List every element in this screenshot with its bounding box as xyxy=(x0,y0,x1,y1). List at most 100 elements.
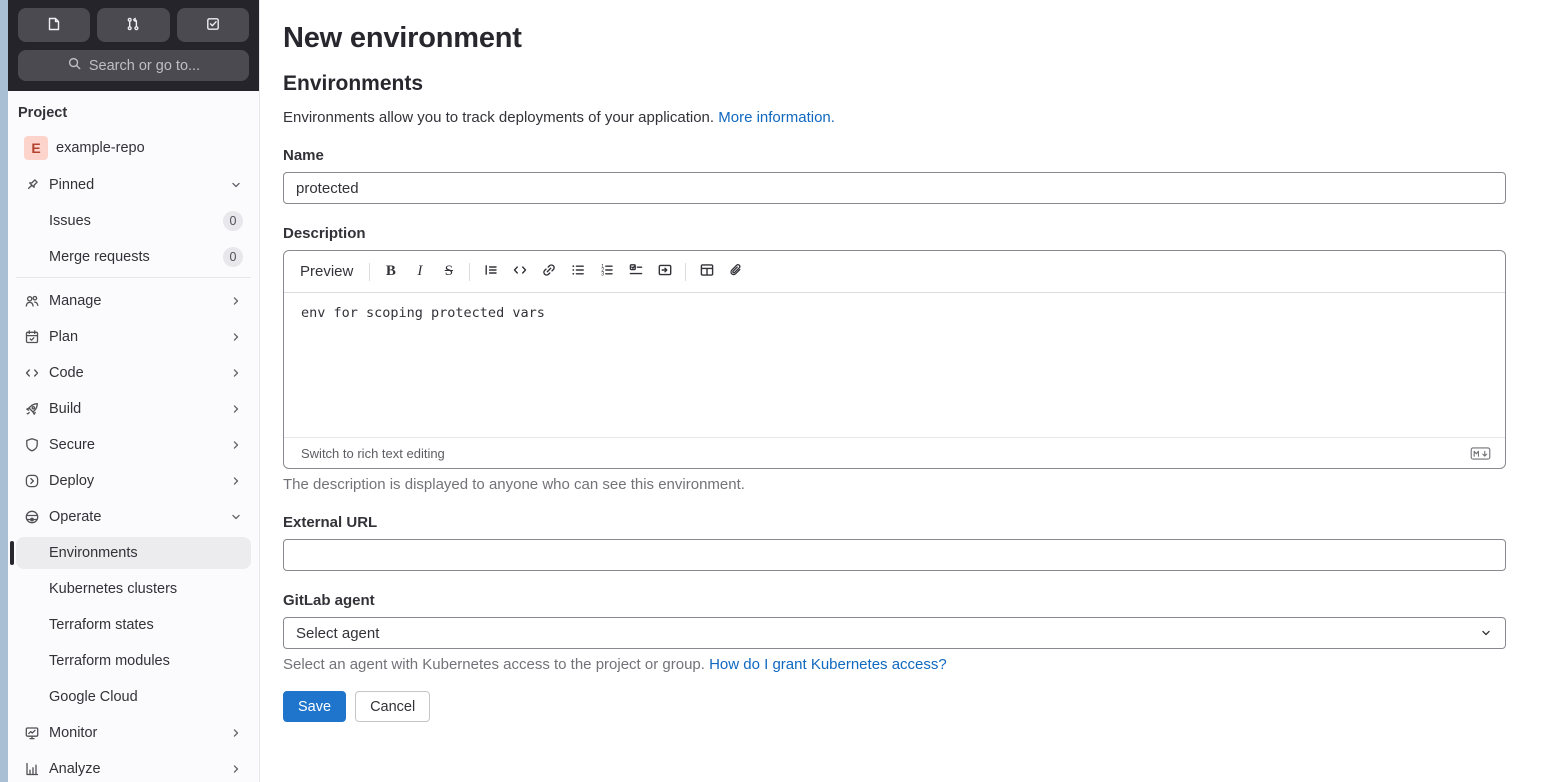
kubernetes-access-link[interactable]: How do I grant Kubernetes access? xyxy=(709,656,947,673)
editor-footer: Switch to rich text editing xyxy=(284,437,1505,468)
intro-sentence: Environments allow you to track deployme… xyxy=(283,109,715,126)
sidebar-item-label: Terraform modules xyxy=(49,653,170,669)
sidebar-item-deploy[interactable]: Deploy xyxy=(16,465,251,497)
sidebar-item-label: Kubernetes clusters xyxy=(49,581,178,597)
form-actions: Save Cancel xyxy=(283,691,1506,722)
strikethrough-button[interactable]: S xyxy=(435,258,463,286)
description-help-text: The description is displayed to anyone w… xyxy=(283,476,745,493)
chevron-right-icon xyxy=(229,366,243,380)
main-content: New environment Environments Environment… xyxy=(260,0,1550,782)
sidebar-item-terraform-states[interactable]: Terraform states xyxy=(16,609,251,641)
chevron-down-icon xyxy=(229,178,243,192)
description-textarea[interactable]: env for scoping protected vars xyxy=(284,293,1505,437)
code-icon xyxy=(512,262,528,281)
gitlab-app: Search or go to... Project E example-rep… xyxy=(0,0,1550,782)
sidebar: Search or go to... Project E example-rep… xyxy=(8,0,260,782)
task-list-icon xyxy=(628,262,644,281)
desktop-edge-strip xyxy=(0,0,8,782)
sidebar-item-merge-requests[interactable]: Merge requests 0 xyxy=(16,241,251,273)
preview-tab[interactable]: Preview xyxy=(294,259,363,284)
todo-shortcut-button[interactable] xyxy=(176,8,249,42)
name-input[interactable] xyxy=(283,172,1506,204)
attach-file-icon xyxy=(728,262,744,281)
collapsible-section-button[interactable] xyxy=(651,258,679,286)
chevron-right-icon xyxy=(229,438,243,452)
page-title: New environment xyxy=(283,22,522,54)
search-input[interactable]: Search or go to... xyxy=(18,50,249,81)
markdown-icon xyxy=(1470,446,1491,460)
merge-requests-shortcut-button[interactable] xyxy=(97,8,170,42)
sidebar-item-label: Environments xyxy=(49,545,138,561)
sidebar-item-environments[interactable]: Environments xyxy=(10,537,251,569)
sidebar-item-secure[interactable]: Secure xyxy=(16,429,251,461)
operate-icon xyxy=(24,509,40,525)
code-icon xyxy=(24,365,40,381)
sidebar-item-label: Terraform states xyxy=(49,617,154,633)
attach-file-button[interactable] xyxy=(722,258,750,286)
issues-icon xyxy=(46,16,62,35)
issues-shortcut-button[interactable] xyxy=(18,8,91,42)
save-button[interactable]: Save xyxy=(283,691,347,722)
merge-request-icon xyxy=(125,16,141,35)
insert-code-button[interactable] xyxy=(506,258,534,286)
chevron-down-icon xyxy=(1479,626,1493,640)
sidebar-item-plan[interactable]: Plan xyxy=(16,321,251,353)
bullet-list-button[interactable] xyxy=(564,258,592,286)
italic-button[interactable]: I xyxy=(406,258,434,286)
intro-text: Environments allow you to track deployme… xyxy=(283,109,1506,126)
todo-icon xyxy=(205,16,221,35)
manage-icon xyxy=(24,293,40,309)
gitlab-agent-label: GitLab agent xyxy=(283,592,375,609)
sidebar-item-project[interactable]: E example-repo xyxy=(16,131,251,165)
agent-select-value: Select agent xyxy=(296,624,380,642)
bold-button[interactable]: B xyxy=(377,258,405,286)
sidebar-item-label: Operate xyxy=(49,509,102,525)
plan-icon xyxy=(24,329,40,345)
switch-rich-text-button[interactable]: Switch to rich text editing xyxy=(301,446,445,461)
external-url-input[interactable] xyxy=(283,539,1506,571)
sidebar-item-kubernetes-clusters[interactable]: Kubernetes clusters xyxy=(16,573,251,605)
sidebar-item-pinned[interactable]: Pinned xyxy=(16,169,251,201)
sidebar-item-manage[interactable]: Manage xyxy=(16,285,251,317)
task-list-button[interactable] xyxy=(622,258,650,286)
cancel-button[interactable]: Cancel xyxy=(355,691,431,722)
quote-button[interactable] xyxy=(477,258,505,286)
agent-select[interactable]: Select agent xyxy=(283,617,1506,649)
insert-link-button[interactable] xyxy=(535,258,563,286)
more-information-link[interactable]: More information. xyxy=(718,109,835,126)
sidebar-item-label: Issues xyxy=(49,213,91,229)
description-label: Description xyxy=(283,225,366,242)
table-icon xyxy=(699,262,715,281)
sidebar-item-monitor[interactable]: Monitor xyxy=(16,717,251,749)
sidebar-item-code[interactable]: Code xyxy=(16,357,251,389)
sidebar-item-operate[interactable]: Operate xyxy=(16,501,251,533)
toolbar-divider xyxy=(685,262,687,281)
sidebar-item-analyze[interactable]: Analyze xyxy=(16,753,251,782)
sidebar-header: Search or go to... xyxy=(8,0,259,91)
agent-help-text: Select an agent with Kubernetes access t… xyxy=(283,656,1506,673)
chevron-down-icon xyxy=(229,510,243,524)
sidebar-item-label: Build xyxy=(49,401,82,417)
collapsible-section-icon xyxy=(657,262,673,281)
sidebar-item-google-cloud[interactable]: Google Cloud xyxy=(16,681,251,713)
project-avatar: E xyxy=(24,136,48,160)
sidebar-item-build[interactable]: Build xyxy=(16,393,251,425)
numbered-list-button[interactable]: 123 xyxy=(593,258,621,286)
insert-table-button[interactable] xyxy=(693,258,721,286)
quote-icon xyxy=(483,262,499,281)
sidebar-divider xyxy=(16,277,251,278)
sidebar-item-label: Merge requests xyxy=(49,249,150,265)
build-icon xyxy=(24,401,40,417)
sidebar-nav: Project E example-repo Pinned Issues 0 M… xyxy=(8,91,259,782)
sidebar-item-issues[interactable]: Issues 0 xyxy=(16,205,251,237)
svg-text:3: 3 xyxy=(601,272,604,278)
chevron-right-icon xyxy=(229,762,243,776)
sidebar-item-terraform-modules[interactable]: Terraform modules xyxy=(16,645,251,677)
deploy-icon xyxy=(24,473,40,489)
link-icon xyxy=(541,262,557,281)
secure-icon xyxy=(24,437,40,453)
sidebar-item-label: Secure xyxy=(49,437,95,453)
toolbar-divider xyxy=(369,262,371,281)
merge-requests-count-badge: 0 xyxy=(223,247,243,267)
markdown-toolbar: Preview B I S 123 xyxy=(284,251,1505,293)
